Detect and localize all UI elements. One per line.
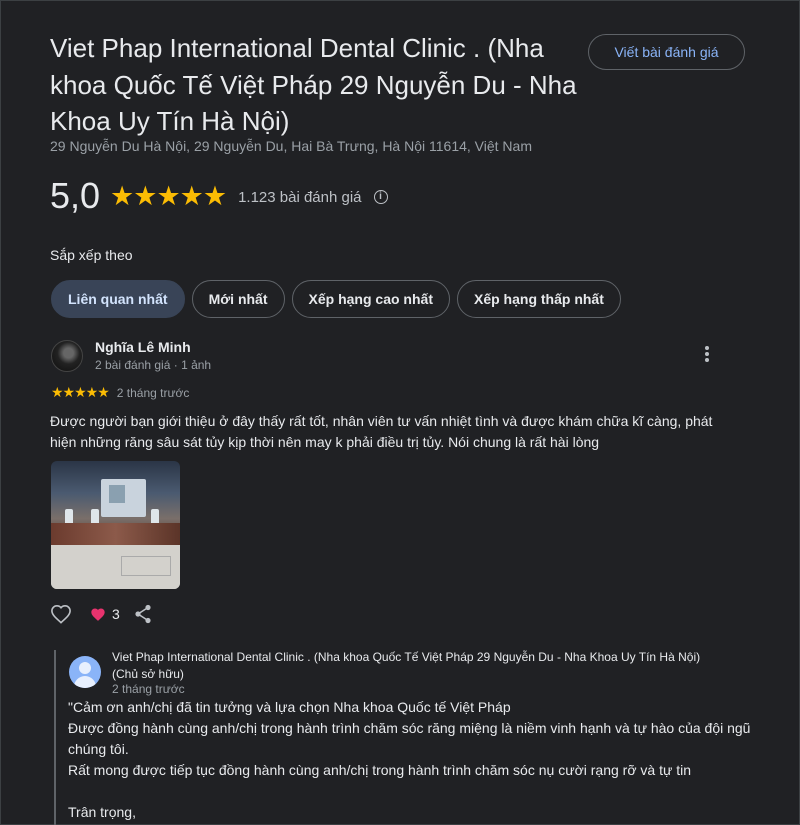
more-vert-icon[interactable] [700,346,714,366]
rating-stars-icon: ★★★★★ [110,180,227,211]
review-photo[interactable] [51,461,180,589]
sort-chip-newest[interactable]: Mới nhất [191,280,285,318]
sort-chip-relevant[interactable]: Liên quan nhất [51,280,185,318]
like-count: 3 [112,606,120,622]
sort-chip-highest[interactable]: Xếp hạng cao nhất [291,280,450,318]
reply-divider [54,650,56,825]
review-count[interactable]: 1.123 bài đánh giá [238,189,361,206]
write-review-button[interactable]: Viết bài đánh giá [588,34,745,70]
review-rating-row: ★★★★★ 2 tháng trước [51,384,189,401]
place-address: 29 Nguyễn Du Hà Nội, 29 Nguyễn Du, Hai B… [50,138,532,154]
rating-score: 5,0 [50,175,101,216]
owner-reply-time: 2 tháng trước [112,682,185,696]
owner-avatar [69,656,101,688]
sort-chips: Liên quan nhất Mới nhất Xếp hạng cao nhấ… [51,280,621,318]
rating-summary: 5,0 ★★★★★ 1.123 bài đánh giá i [50,175,388,217]
info-icon[interactable]: i [373,189,388,204]
heart-filled-icon [91,608,105,621]
heart-outline-icon[interactable] [50,604,72,624]
review-time: 2 tháng trước [116,385,190,400]
place-title: Viet Phap International Dental Clinic . … [50,33,577,136]
owner-name: Viet Phap International Dental Clinic . … [112,650,701,681]
review-stars-icon: ★★★★★ [51,384,110,400]
reviewer-avatar[interactable] [51,340,83,372]
reviewer-name[interactable]: Nghĩa Lê Minh [95,339,191,355]
sort-label: Sắp xếp theo [50,247,133,263]
sort-chip-lowest[interactable]: Xếp hạng thấp nhất [456,280,621,318]
owner-reply-text: "Cảm ơn anh/chị đã tin tưởng và lựa chọn… [68,699,751,820]
reviewer-meta: 2 bài đánh giá · 1 ảnh [95,358,212,372]
review-text: Được người bạn giới thiệu ở đây thấy rất… [50,413,713,450]
share-icon[interactable] [134,604,152,624]
review-actions: 3 [50,604,152,624]
